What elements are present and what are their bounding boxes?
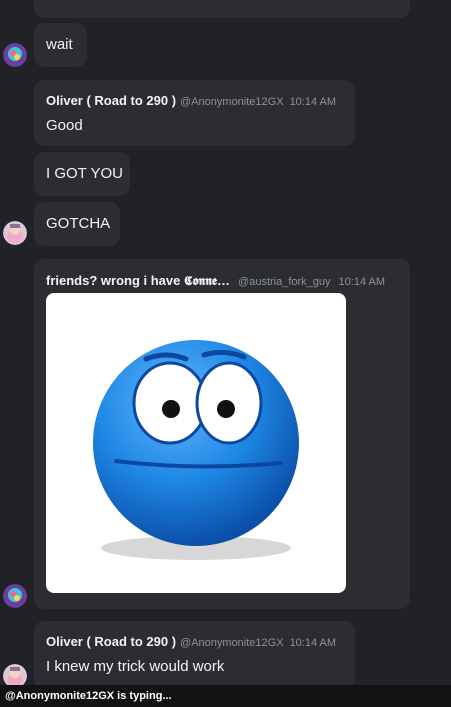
message-bubble[interactable]: I GOT YOU [34,152,130,196]
message-text: I knew my trick would work [46,658,225,675]
message-header: Oliver ( Road to 290 ) @Anonymonite12GX 10… [46,93,336,108]
user-avatar[interactable] [3,43,27,67]
attachment-image[interactable] [46,293,346,593]
author-name[interactable]: Oliver ( Road to 290 ) [46,93,176,108]
blue-emoji-icon [93,340,299,560]
message-bubble[interactable]: friends? wrong i have 𝕮𝖔𝖓𝖓𝖊… @austria_for… [34,259,410,609]
message-text: wait [46,36,73,53]
user-avatar[interactable] [3,584,27,608]
timestamp: 10:14 AM [338,276,386,288]
message-text: GOTCHA [46,215,111,232]
message-text: I GOT YOU [46,165,123,182]
message-text: Good [46,117,83,134]
message-bubble[interactable]: Oliver ( Road to 290 ) @Anonymonite12GX 10… [34,80,355,146]
author-handle[interactable]: @Anonymonite12GX [180,96,284,108]
author-name[interactable]: friends? wrong i have 𝕮𝖔𝖓𝖓𝖊… [46,273,230,288]
user-avatar[interactable] [3,221,27,245]
author-handle[interactable]: @austria_fork_guy [238,276,331,288]
message-bubble-partial [34,0,410,18]
message-bubble[interactable]: GOTCHA [34,202,120,246]
timestamp: 10:14 AM [289,96,337,108]
author-handle[interactable]: @Anonymonite12GX [180,637,284,649]
message-bubble[interactable]: wait [34,23,87,67]
typing-indicator: @Anonymonite12GX is typing... [0,685,451,707]
message-header: Oliver ( Road to 290 ) @Anonymonite12GX 10… [46,634,336,649]
message-bubble[interactable]: Oliver ( Road to 290 ) @Anonymonite12GX 10… [34,621,355,689]
author-name[interactable]: Oliver ( Road to 290 ) [46,634,176,649]
timestamp: 10:14 AM [289,637,337,649]
message-header: friends? wrong i have 𝕮𝖔𝖓𝖓𝖊… @austria_for… [46,273,385,289]
